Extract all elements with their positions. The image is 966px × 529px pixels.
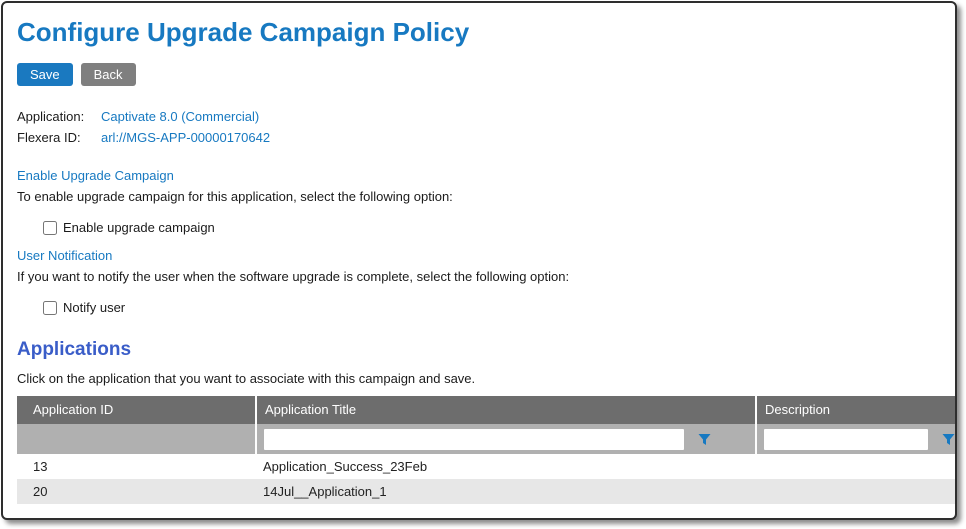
enable-campaign-description: To enable upgrade campaign for this appl… bbox=[17, 189, 941, 204]
column-header-application-id[interactable]: Application ID bbox=[17, 396, 255, 424]
flexera-id-label: Flexera ID: bbox=[17, 127, 101, 148]
table-header-row: Application ID Application Title Descrip… bbox=[17, 396, 955, 424]
enable-campaign-checkbox-label: Enable upgrade campaign bbox=[63, 220, 215, 235]
filter-icon[interactable] bbox=[942, 433, 955, 446]
filter-cell-description bbox=[757, 424, 957, 454]
save-button[interactable]: Save bbox=[17, 63, 73, 86]
column-header-application-title[interactable]: Application Title bbox=[257, 396, 755, 424]
user-notification-heading: User Notification bbox=[17, 248, 941, 263]
application-link[interactable]: Captivate 8.0 (Commercial) bbox=[101, 106, 259, 127]
enable-campaign-checkbox[interactable] bbox=[43, 221, 57, 235]
applications-heading: Applications bbox=[17, 339, 941, 361]
notify-user-checkbox-row[interactable]: Notify user bbox=[43, 300, 941, 315]
page-content: Configure Upgrade Campaign Policy Save B… bbox=[3, 17, 955, 504]
cell-application-title: 14Jul__Application_1 bbox=[255, 484, 755, 499]
notify-user-checkbox-label: Notify user bbox=[63, 300, 125, 315]
user-notification-description: If you want to notify the user when the … bbox=[17, 269, 941, 284]
notify-user-checkbox[interactable] bbox=[43, 301, 57, 315]
application-label: Application: bbox=[17, 106, 101, 127]
application-title-filter-input[interactable] bbox=[264, 429, 684, 450]
table-filter-row bbox=[17, 424, 955, 454]
flexera-id-row: Flexera ID: arl://MGS-APP-00000170642 bbox=[17, 127, 941, 148]
filter-icon[interactable] bbox=[698, 433, 711, 446]
table-row[interactable]: 20 14Jul__Application_1 bbox=[17, 479, 955, 504]
filter-cell-application-title bbox=[257, 424, 755, 454]
cell-application-id: 20 bbox=[17, 484, 255, 499]
cell-application-title: Application_Success_23Feb bbox=[255, 459, 755, 474]
cell-application-id: 13 bbox=[17, 459, 255, 474]
page-frame: Configure Upgrade Campaign Policy Save B… bbox=[1, 1, 957, 520]
description-filter-input[interactable] bbox=[764, 429, 928, 450]
column-header-description[interactable]: Description bbox=[757, 396, 955, 424]
applications-table: Application ID Application Title Descrip… bbox=[17, 396, 955, 504]
enable-campaign-checkbox-row[interactable]: Enable upgrade campaign bbox=[43, 220, 941, 235]
filter-cell-application-id bbox=[17, 424, 255, 454]
application-row: Application: Captivate 8.0 (Commercial) bbox=[17, 106, 941, 127]
table-row[interactable]: 13 Application_Success_23Feb bbox=[17, 454, 955, 479]
application-info: Application: Captivate 8.0 (Commercial) … bbox=[17, 106, 941, 148]
page-title: Configure Upgrade Campaign Policy bbox=[17, 17, 941, 48]
back-button[interactable]: Back bbox=[81, 63, 136, 86]
toolbar: Save Back bbox=[17, 63, 941, 86]
enable-campaign-heading: Enable Upgrade Campaign bbox=[17, 168, 941, 183]
applications-description: Click on the application that you want t… bbox=[17, 371, 941, 386]
flexera-id-link[interactable]: arl://MGS-APP-00000170642 bbox=[101, 127, 270, 148]
